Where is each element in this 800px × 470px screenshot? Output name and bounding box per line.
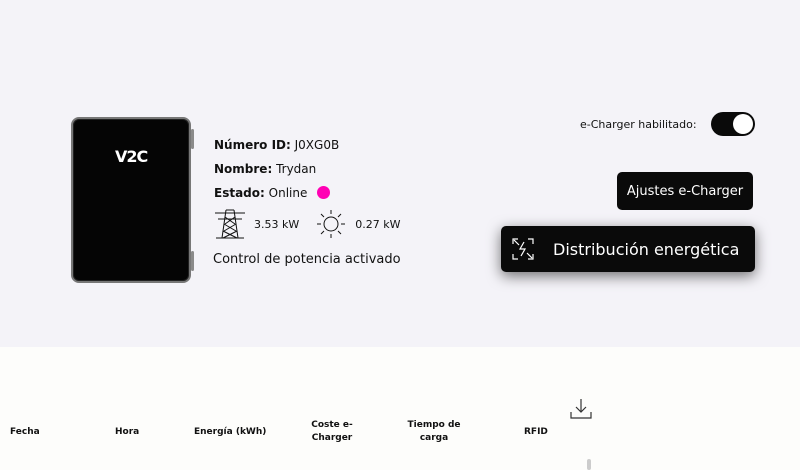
toggle-knob: [732, 114, 753, 134]
name-row: Nombre: Trydan: [214, 157, 339, 181]
distribution-button-label: Distribución energética: [553, 239, 740, 259]
charger-logo: V2C: [115, 147, 148, 166]
name-label: Nombre:: [214, 162, 273, 176]
power-readings: 3.53 kW 0.27 kW: [214, 208, 401, 240]
column-header-rfid[interactable]: RFID: [524, 426, 548, 439]
grid-power-value: 3.53 kW: [254, 217, 300, 231]
id-label: Número ID:: [214, 138, 291, 152]
id-row: Número ID: J0XG0B: [214, 133, 339, 157]
solar-power-value: 0.27 kW: [355, 217, 401, 231]
status-value: Online: [268, 186, 308, 200]
sun-icon: [315, 208, 347, 240]
enable-toggle-row: e-Charger habilitado:: [580, 112, 755, 136]
energy-distribution-icon: [511, 237, 535, 261]
charger-side-detail: [191, 251, 194, 271]
column-header-cost[interactable]: Coste e-Charger: [304, 419, 360, 445]
column-header-charge-time[interactable]: Tiempo de carga: [404, 419, 464, 445]
control-status-text: Control de potencia activado: [213, 252, 401, 267]
column-header-energy[interactable]: Energía (kWh): [194, 426, 266, 439]
enable-toggle[interactable]: [710, 112, 755, 136]
distribution-button[interactable]: Distribución energética: [501, 226, 755, 272]
status-row: Estado: Online: [214, 181, 339, 205]
power-tower-icon: [214, 208, 246, 240]
charger-side-detail: [191, 129, 194, 149]
column-header-time[interactable]: Hora: [115, 426, 139, 439]
toggle-label: e-Charger habilitado:: [580, 117, 697, 131]
name-value: Trydan: [276, 162, 317, 176]
download-icon[interactable]: [569, 397, 593, 421]
status-indicator: [317, 186, 331, 199]
id-value: J0XG0B: [294, 138, 340, 152]
charger-image: V2C: [71, 117, 194, 283]
status-label: Estado:: [214, 186, 265, 200]
charger-info: Número ID: J0XG0B Nombre: Trydan Estado:…: [214, 133, 339, 205]
scrollbar[interactable]: [587, 459, 591, 470]
settings-button[interactable]: Ajustes e-Charger: [617, 172, 753, 210]
column-header-date[interactable]: Fecha: [10, 426, 40, 439]
